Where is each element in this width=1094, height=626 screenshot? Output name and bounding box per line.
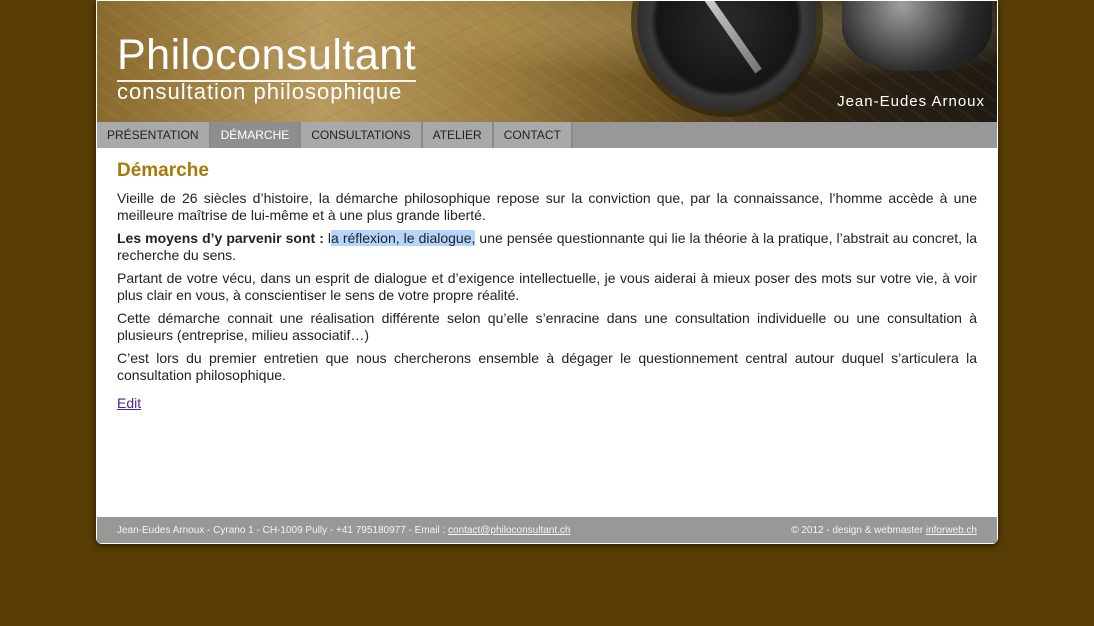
nav-item-demarche[interactable]: DÉMARCHE [210, 122, 302, 148]
paragraph-first-meeting: C’est lors du premier entretien que nous… [117, 350, 977, 383]
main-navigation: PRÉSENTATION DÉMARCHE CONSULTATIONS ATEL… [97, 122, 997, 148]
webmaster-link[interactable]: inforweb.ch [926, 525, 977, 536]
footer-contact: Jean-Eudes Arnoux - Cyrano 1 - CH-1009 P… [117, 525, 570, 536]
compass-needle [692, 1, 762, 74]
page-container: Philoconsultant consultation philosophiq… [96, 0, 998, 544]
selected-text: a réflexion, le dialogue, [331, 230, 476, 246]
means-prefix: l [323, 230, 331, 246]
page-title: Démarche [117, 160, 209, 181]
footer-address: Jean-Eudes Arnoux - Cyrano 1 - CH-1009 P… [117, 525, 449, 536]
nav-item-consultations[interactable]: CONSULTATIONS [301, 122, 423, 148]
paragraph-intro: Vieille de 26 siècles d’histoire, la dém… [117, 190, 977, 223]
nav-item-contact[interactable]: CONTACT [493, 122, 573, 148]
edit-link[interactable]: Edit [117, 395, 141, 411]
author-name: Jean-Eudes Arnoux [837, 93, 985, 110]
paragraph-realisation: Cette démarche connait une réalisation d… [117, 310, 977, 343]
nav-item-presentation[interactable]: PRÉSENTATION [97, 122, 211, 148]
site-title[interactable]: Philoconsultant [117, 31, 417, 82]
footer: Jean-Eudes Arnoux - Cyrano 1 - CH-1009 P… [97, 517, 997, 543]
paragraph-means: Les moyens d’y parvenir sont : la réflex… [117, 230, 977, 264]
paragraph-experience: Partant de votre vécu, dans un esprit de… [117, 270, 977, 303]
means-label: Les moyens d’y parvenir sont : [117, 230, 324, 246]
footer-copyright: © 2012 - design & webmaster [791, 525, 926, 536]
pocket-watch-image [842, 1, 992, 71]
main-content: Démarche Vieille de 26 siècles d’histoir… [117, 160, 977, 413]
site-subtitle: consultation philosophique [117, 79, 403, 104]
footer-credits: © 2012 - design & webmaster inforweb.ch [791, 525, 977, 536]
nav-item-atelier[interactable]: ATELIER [422, 122, 494, 148]
email-link[interactable]: contact@philoconsultant.ch [448, 525, 570, 536]
header-banner: Philoconsultant consultation philosophiq… [97, 1, 997, 122]
